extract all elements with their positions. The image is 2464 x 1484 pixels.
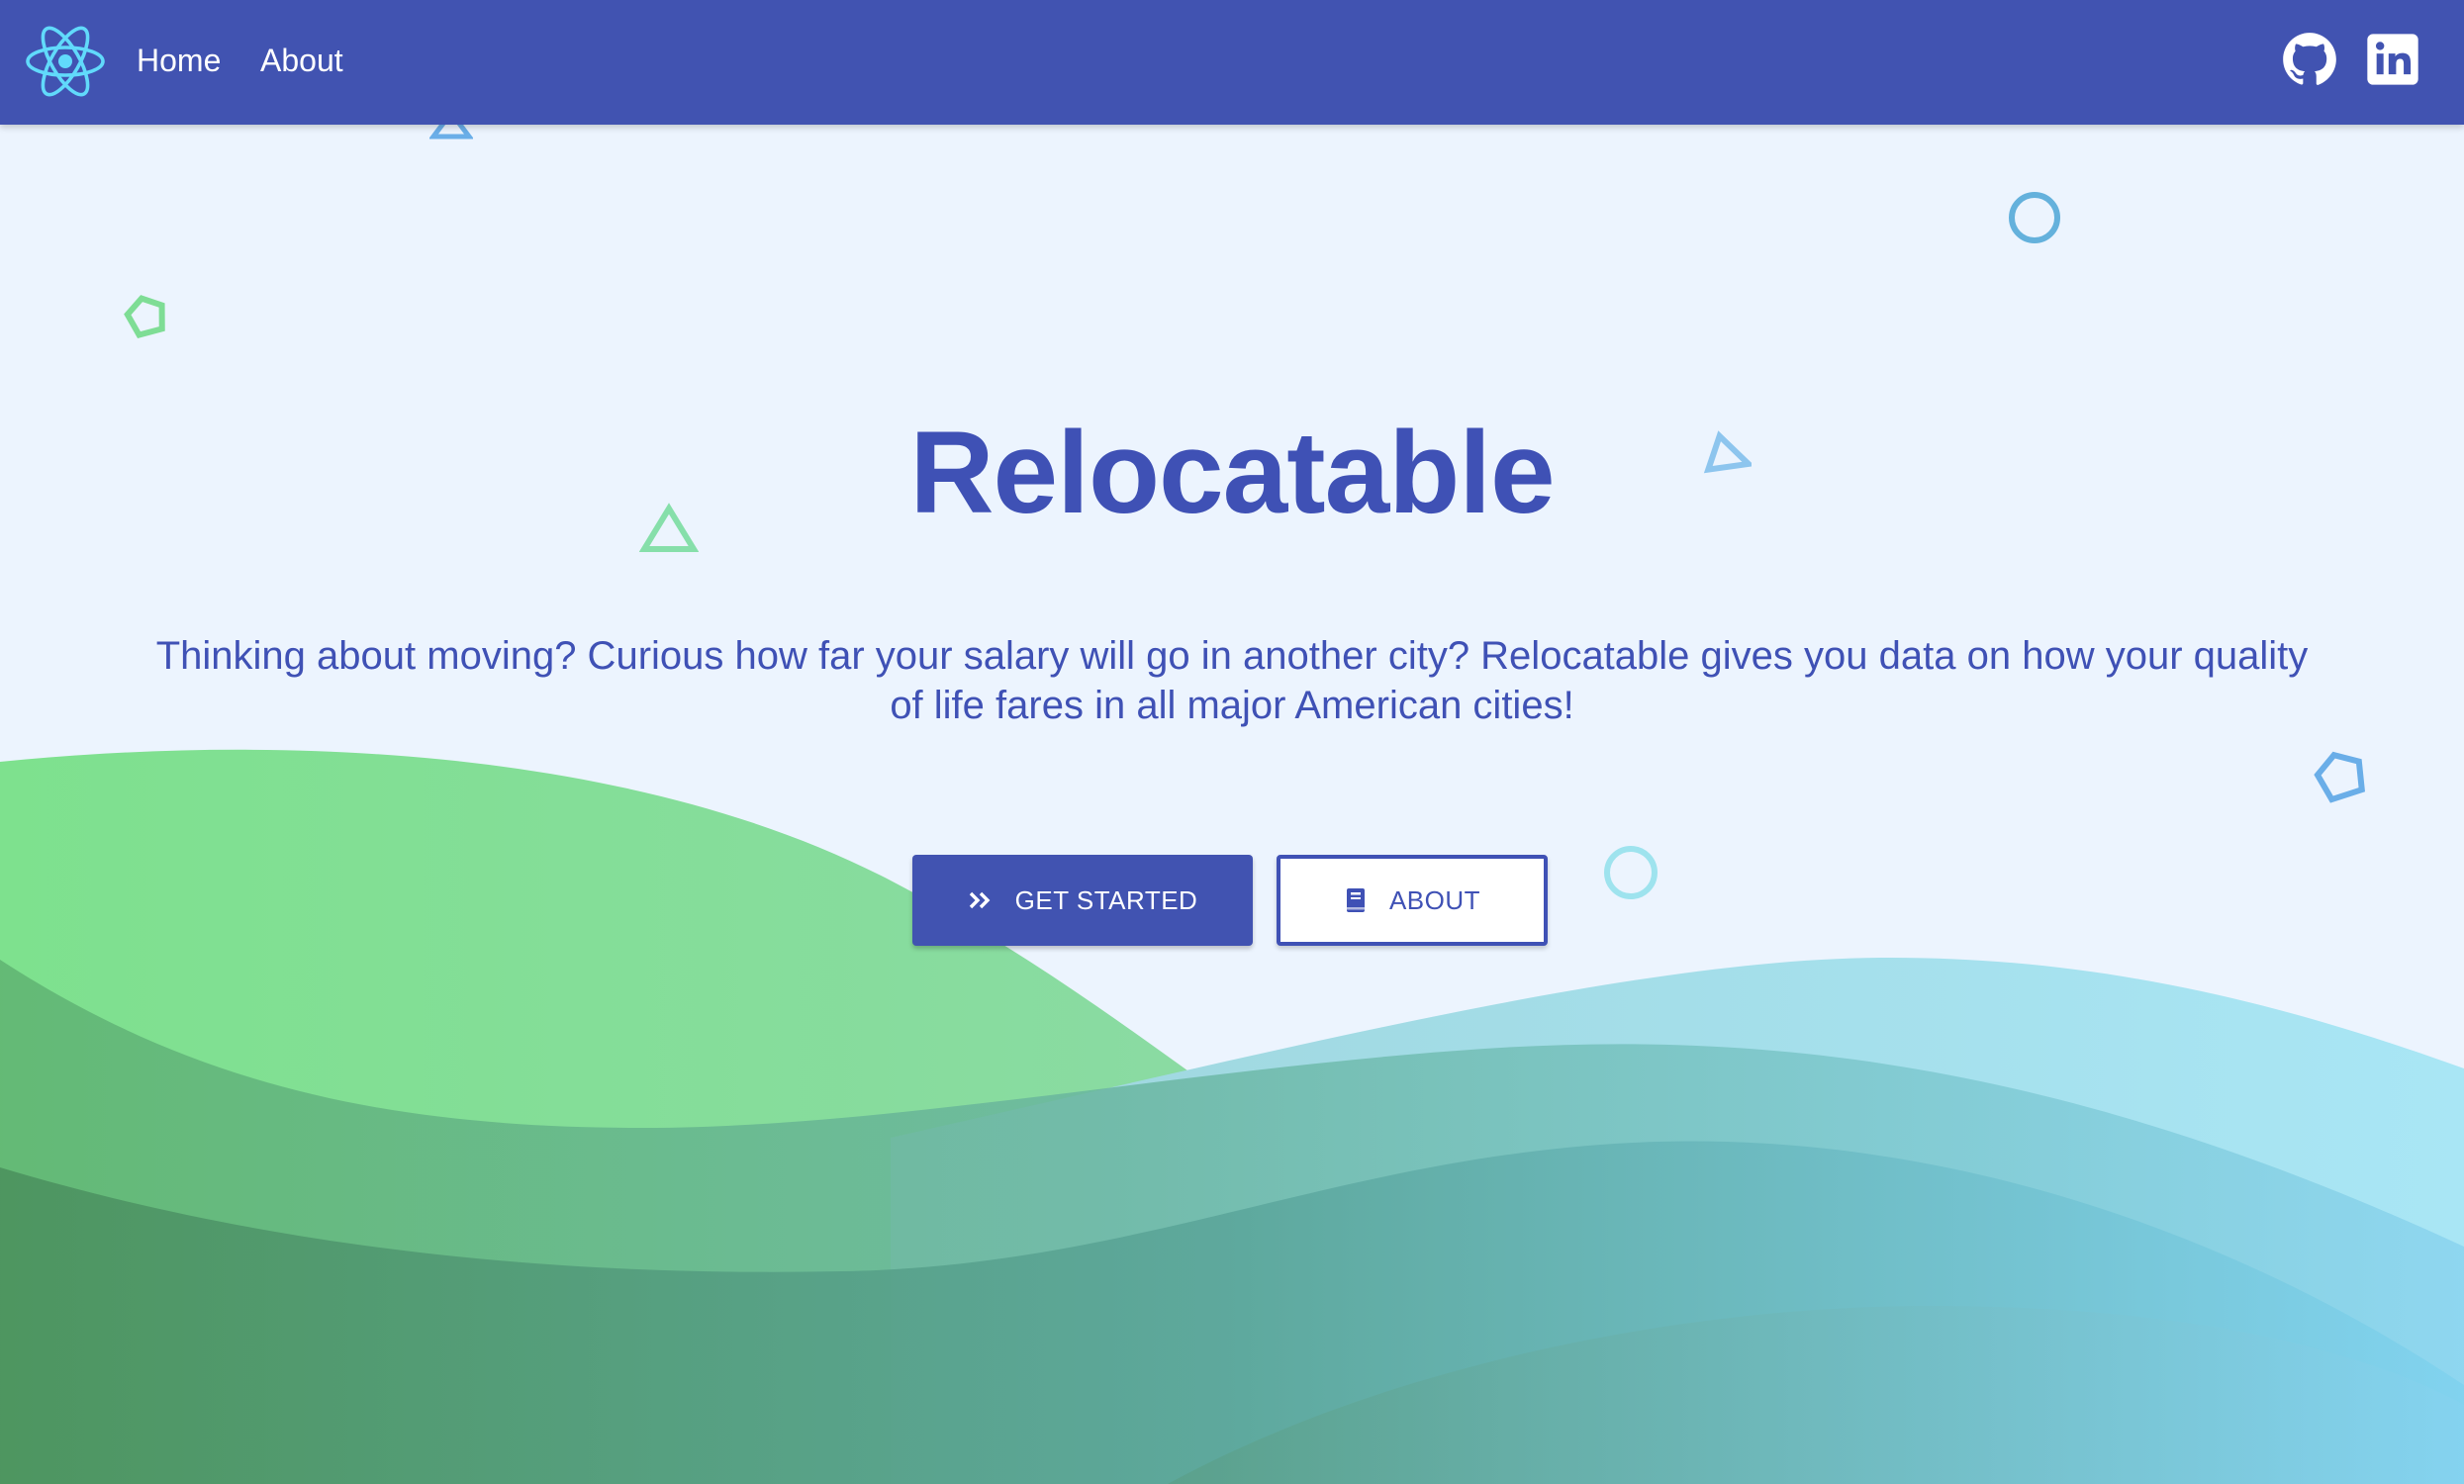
- react-atom-icon[interactable]: [24, 22, 107, 101]
- wave-background: [0, 749, 2464, 1484]
- get-started-label: GET STARTED: [1014, 884, 1198, 915]
- nav-home-link[interactable]: Home: [137, 36, 221, 85]
- linkedin-icon[interactable]: [2365, 32, 2420, 87]
- pentagon-shape: [124, 295, 165, 339]
- circle-shape: [2009, 192, 2060, 243]
- book-icon: [1346, 888, 1365, 912]
- get-started-button[interactable]: GET STARTED: [912, 855, 1253, 946]
- about-button[interactable]: ABOUT: [1277, 855, 1548, 946]
- double-chevron-right-icon: [969, 891, 991, 909]
- hero-subtitle: Thinking about moving? Curious how far y…: [155, 634, 2309, 727]
- about-label: ABOUT: [1388, 884, 1481, 915]
- hero-title: Relocatable: [909, 408, 1555, 538]
- nav-about-link[interactable]: About: [260, 36, 343, 85]
- github-icon[interactable]: [2282, 32, 2337, 87]
- circle-shape: [1604, 846, 1658, 899]
- top-app-bar: Home About: [0, 0, 2464, 125]
- pentagon-shape: [2314, 751, 2366, 803]
